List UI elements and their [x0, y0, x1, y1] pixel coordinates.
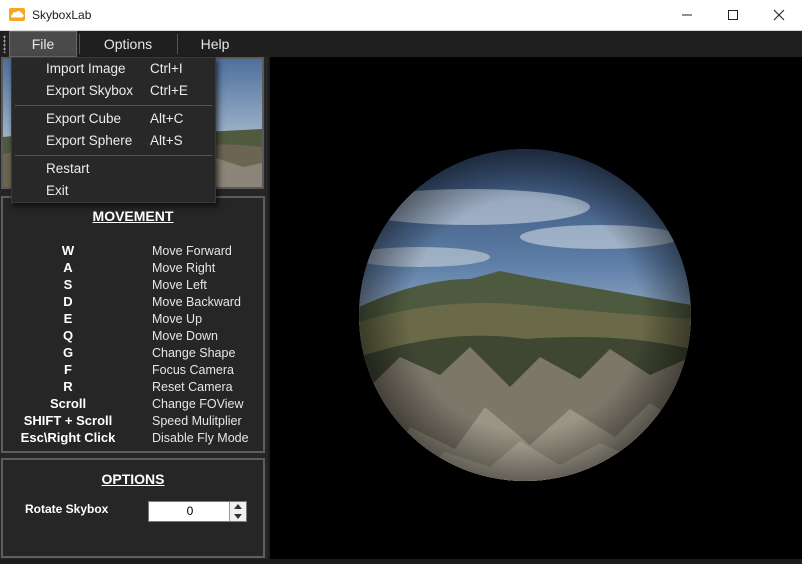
keybinding-key: Q [62, 328, 74, 343]
keybinding-action: Focus Camera [152, 363, 234, 377]
keybinding-action: Move Forward [152, 244, 232, 258]
menu-item-export-skybox[interactable]: Export Skybox Ctrl+E [12, 80, 215, 102]
keybinding-key: F [64, 362, 72, 377]
minimize-icon [682, 14, 692, 16]
menu-bar: File Options Help [0, 31, 802, 57]
keybinding-key: W [61, 243, 75, 258]
keybinding-key: D [63, 294, 73, 309]
keybinding-action: Move Up [152, 312, 203, 326]
file-menu-dropdown: Import Image Ctrl+I Export Skybox Ctrl+E… [11, 57, 216, 203]
keybinding-action: Reset Camera [152, 380, 233, 394]
menu-separator [79, 34, 80, 54]
rotate-skybox-label: Rotate Skybox [25, 502, 109, 516]
menu-options[interactable]: Options [81, 31, 175, 57]
keybinding-key: E [63, 311, 73, 326]
minimize-button[interactable] [664, 0, 710, 30]
arrow-down-icon [234, 514, 242, 519]
options-heading: OPTIONS [101, 471, 165, 487]
keybinding-key: Scroll [49, 396, 87, 411]
close-button[interactable] [756, 0, 802, 30]
spinner-down-button[interactable] [230, 512, 246, 521]
keybinding-action: Move Left [152, 278, 207, 292]
menu-file[interactable]: File [9, 31, 77, 57]
skybox-sphere-render [359, 149, 691, 481]
keybinding-key: G [62, 345, 74, 360]
menu-help[interactable]: Help [179, 31, 251, 57]
keybinding-action: Change Shape [152, 346, 236, 360]
menu-separator [15, 155, 212, 156]
title-bar: SkyboxLab [0, 0, 802, 31]
menu-item-export-cube[interactable]: Export Cube Alt+C [12, 108, 215, 130]
keybinding-key: SHIFT + Scroll [23, 413, 113, 428]
rotate-skybox-spinner[interactable]: 0 [148, 501, 247, 522]
keybinding-action: Move Backward [152, 295, 241, 309]
menu-item-restart[interactable]: Restart [12, 158, 215, 180]
menu-item-export-sphere[interactable]: Export Sphere Alt+S [12, 130, 215, 152]
keybinding-action: Speed Mulitplier [152, 414, 242, 428]
movement-panel: MOVEMENT W Move Forward A Move Right S Move L… [1, 196, 265, 453]
keybinding-action: Move Down [152, 329, 218, 343]
arrow-up-icon [234, 504, 242, 509]
close-icon [773, 9, 785, 21]
keybinding-key: S [63, 277, 73, 292]
window-title: SkyboxLab [32, 8, 92, 22]
movement-heading: MOVEMENT [92, 208, 174, 224]
skybox-viewport[interactable] [270, 57, 802, 559]
menu-separator [177, 34, 178, 54]
keybinding-key: R [63, 379, 73, 394]
rotate-skybox-value[interactable]: 0 [149, 504, 231, 518]
keybinding-action: Disable Fly Mode [152, 431, 249, 445]
spinner-up-button[interactable] [230, 502, 246, 511]
keybinding-action: Move Right [152, 261, 216, 275]
menu-grip-handle[interactable] [3, 35, 6, 53]
spinner-buttons [229, 502, 246, 521]
options-panel: OPTIONS Rotate Skybox 0 [1, 458, 265, 558]
menu-separator [15, 105, 212, 106]
menu-item-exit[interactable]: Exit [12, 180, 215, 202]
menu-item-import-image[interactable]: Import Image Ctrl+I [12, 58, 215, 80]
maximize-button[interactable] [710, 0, 756, 30]
cloud-app-icon [9, 8, 25, 21]
keybinding-key: A [63, 260, 73, 275]
keybinding-key: Esc\Right Click [20, 430, 116, 445]
keybinding-action: Change FOView [152, 397, 244, 411]
maximize-icon [728, 10, 738, 20]
